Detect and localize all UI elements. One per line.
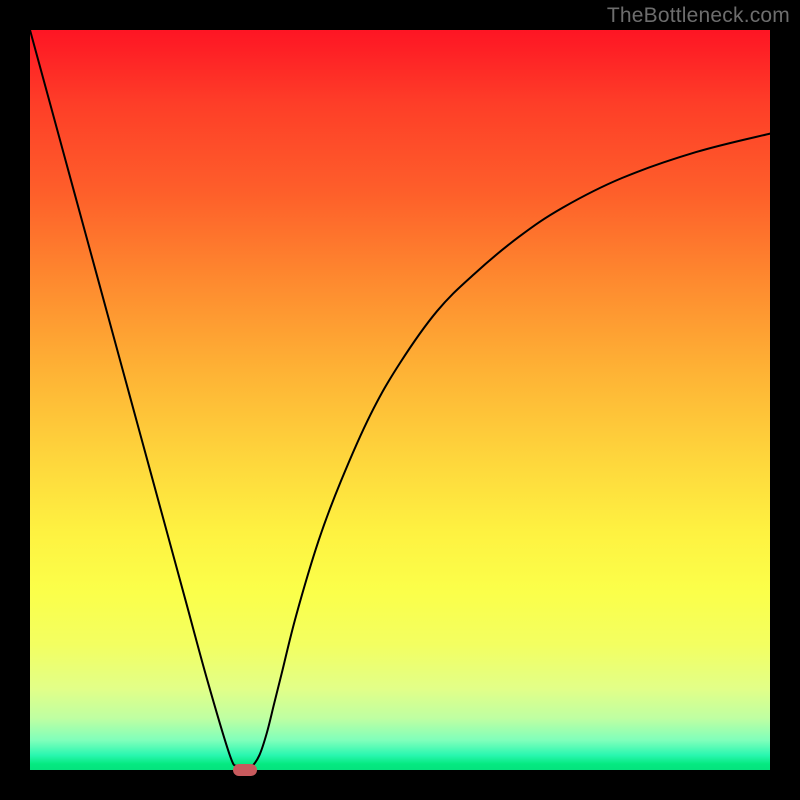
watermark-text: TheBottleneck.com [607,4,790,28]
chart-frame: TheBottleneck.com [0,0,800,800]
bottleneck-curve [30,30,770,770]
minimum-marker [233,764,257,776]
plot-area [30,30,770,770]
